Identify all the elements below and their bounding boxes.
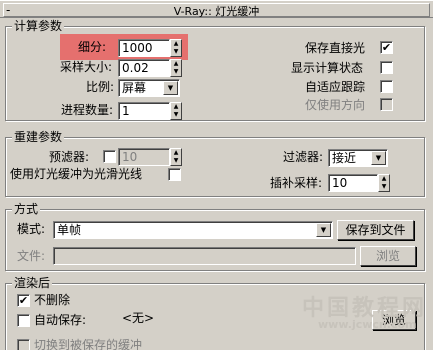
passes-label: 进程数量:	[61, 103, 114, 117]
spinner-up-icon: ▲	[173, 103, 179, 110]
passes-field[interactable]: 1	[118, 102, 170, 120]
glossy-rays-checkbox[interactable]	[168, 168, 181, 181]
autosave-checkbox[interactable]	[17, 314, 30, 327]
filter-label: 过滤器:	[283, 150, 324, 164]
show-calc-label: 显示计算状态	[291, 61, 364, 75]
mode-dropdown[interactable]: 单帧 ▼	[53, 221, 333, 239]
filter-value: 接近	[332, 151, 357, 165]
spinner-up-icon: ▲	[173, 149, 179, 156]
rollout-header[interactable]: - V-Ray:: 灯光缓冲	[0, 0, 433, 18]
subdivs-label: 细分:	[78, 40, 107, 54]
spinner-down-icon: ▼	[173, 157, 179, 164]
store-direct-label: 保存直接光	[305, 41, 366, 55]
dirs-only-checkbox[interactable]	[380, 98, 393, 111]
mode-title: 方式	[12, 202, 41, 216]
prefilter-field[interactable]: 10	[118, 148, 170, 166]
scale-value: 屏幕	[122, 81, 147, 95]
dirs-only-label: 仅使用方向	[305, 98, 366, 112]
chevron-down-icon[interactable]: ▼	[371, 151, 386, 165]
spinner-up-icon: ▲	[381, 175, 387, 182]
dont-delete-label: 不删除	[34, 293, 71, 307]
file-label: 文件:	[17, 249, 46, 263]
browse-button[interactable]: 浏览	[360, 246, 416, 266]
store-direct-checkbox[interactable]: ✔	[380, 41, 393, 54]
sample-size-field[interactable]: 0.02	[118, 59, 170, 77]
spinner-down-icon: ▼	[173, 48, 179, 55]
mode-label: 模式:	[17, 222, 46, 236]
recon-params-title: 重建参数	[12, 130, 65, 144]
after-render-title: 渲染后	[12, 276, 53, 290]
spinner-up-icon: ▲	[173, 40, 179, 47]
switch-buffer-checkbox[interactable]	[17, 339, 30, 350]
dont-delete-checkbox[interactable]: ✔	[17, 294, 30, 307]
interp-samples-label: 插补采样:	[270, 176, 323, 190]
watermark-url: www.jcwcn.com	[318, 318, 417, 331]
chevron-down-icon[interactable]: ▼	[163, 81, 178, 95]
spinner-down-icon: ▼	[173, 68, 179, 75]
adaptive-checkbox[interactable]	[380, 80, 393, 93]
spinner-down-icon: ▼	[381, 183, 387, 190]
sample-size-label: 采样大小:	[60, 60, 113, 74]
chevron-down-icon[interactable]: ▼	[316, 223, 331, 237]
save-to-file-button[interactable]: 保存到文件	[337, 220, 414, 240]
sample-size-spinner[interactable]: ▲ ▼	[170, 59, 182, 77]
spinner-up-icon: ▲	[173, 60, 179, 67]
autosave-label: 自动保存:	[34, 313, 87, 327]
subdivs-field[interactable]: 1000	[118, 39, 170, 57]
mode-value: 单帧	[57, 223, 82, 237]
passes-spinner[interactable]: ▲ ▼	[170, 102, 182, 120]
file-path-field[interactable]	[53, 247, 356, 265]
interp-samples-field[interactable]: 10	[328, 174, 378, 192]
autosave-path: <无>	[122, 311, 155, 325]
prefilter-spinner[interactable]: ▲ ▼	[170, 148, 182, 166]
glossy-rays-label: 使用灯光缓冲为光滑光线	[10, 167, 143, 181]
subdivs-spinner[interactable]: ▲ ▼	[170, 39, 182, 57]
rollout-title: V-Ray:: 灯光缓冲	[173, 5, 260, 18]
switch-buffer-label: 切换到被保存的缓冲	[34, 338, 143, 350]
show-calc-checkbox[interactable]	[380, 61, 393, 74]
prefilter-checkbox[interactable]	[103, 150, 116, 163]
scale-label: 比例:	[86, 80, 115, 94]
filter-dropdown[interactable]: 接近 ▼	[328, 149, 388, 167]
adaptive-label: 自适应跟踪	[305, 80, 366, 94]
spinner-down-icon: ▼	[173, 111, 179, 118]
prefilter-label: 预滤器:	[49, 150, 90, 164]
interp-samples-spinner[interactable]: ▲ ▼	[378, 174, 390, 192]
scale-dropdown[interactable]: 屏幕 ▼	[118, 79, 180, 97]
calc-params-title: 计算参数	[12, 19, 65, 33]
